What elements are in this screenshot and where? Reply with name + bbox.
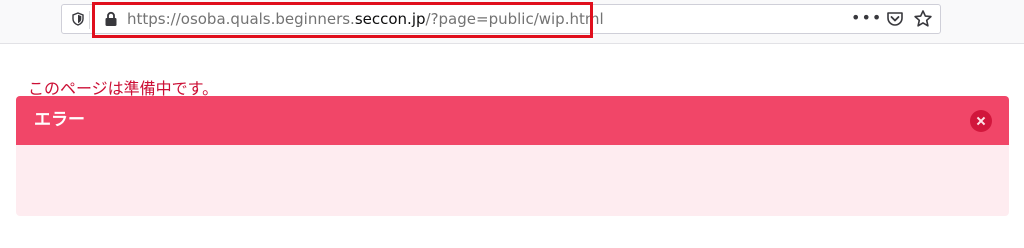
url-bar-separator [89,11,90,29]
pocket-icon[interactable] [885,9,905,29]
error-message-text: このページは準備中です。 [28,79,219,98]
error-title: エラー [34,110,85,130]
error-message-box: エラー [16,96,1009,216]
shield-icon[interactable] [71,12,85,26]
error-header: エラー [16,96,1009,145]
browser-toolbar: https://osoba.quals.beginners.seccon.jp/… [0,0,1024,44]
star-icon[interactable] [913,9,933,29]
close-icon[interactable] [970,110,992,132]
more-icon[interactable]: ••• [851,8,882,28]
url-highlight-box [92,2,593,38]
